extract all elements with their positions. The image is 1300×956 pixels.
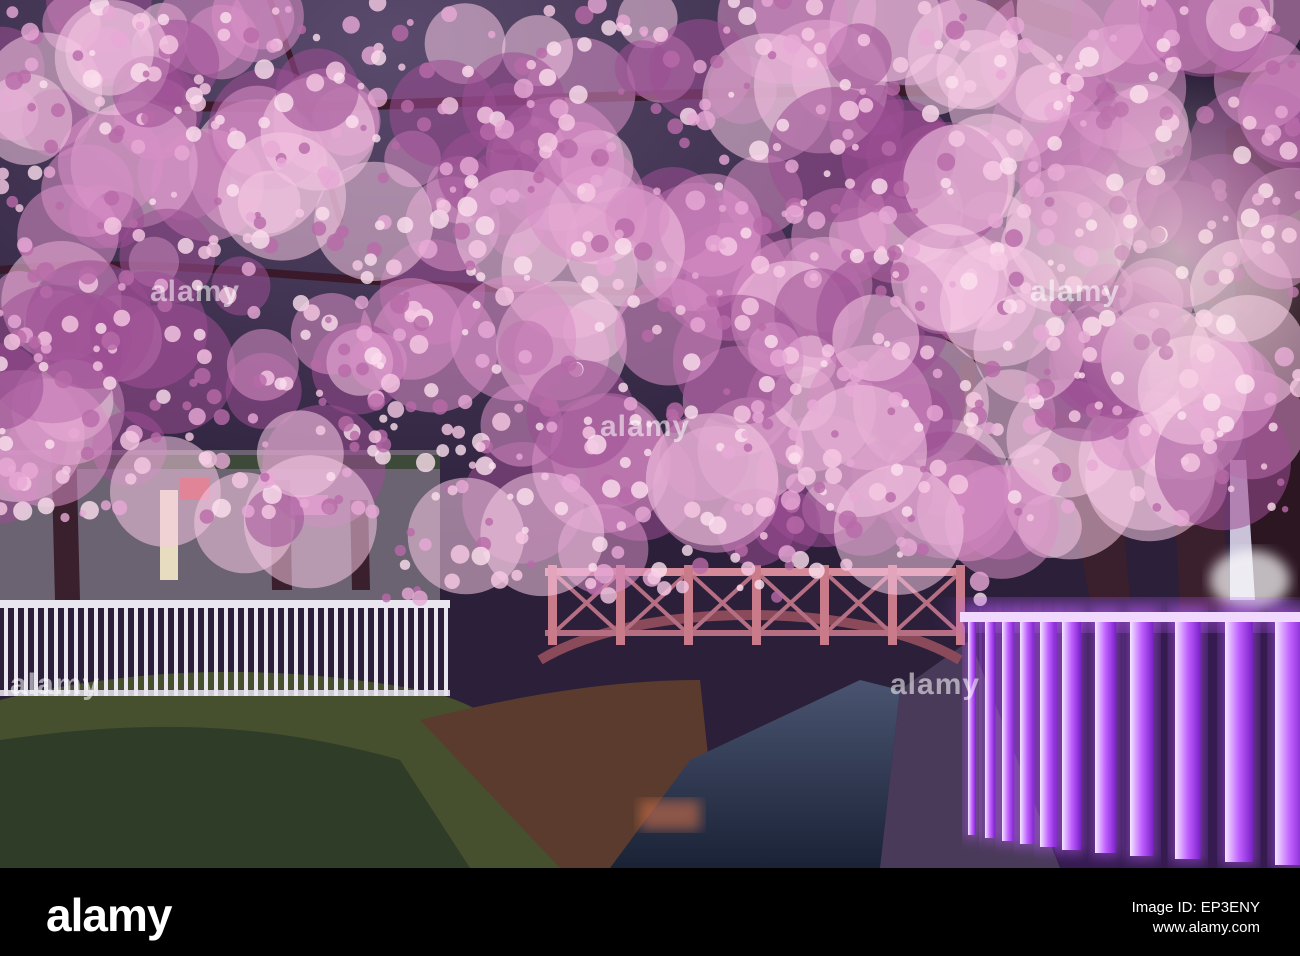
image-id-label: Image ID: EP3ENY [1131,899,1260,916]
neon-fence-posts [960,608,1300,868]
alamy-logo[interactable]: alamy [46,888,172,942]
image-id-info: Image ID: EP3ENY www.alamy.com [1132,898,1260,938]
photo-illustration [0,0,1300,868]
footer-bar: alamy Image ID: EP3ENY www.alamy.com [0,868,1300,956]
site-url[interactable]: www.alamy.com [1132,918,1260,938]
cherry-blossom-night-photo: alamy alamy alamy alamy alamy [0,0,1300,868]
stock-photo-page: alamy alamy alamy alamy alamy alamy Imag… [0,0,1300,956]
